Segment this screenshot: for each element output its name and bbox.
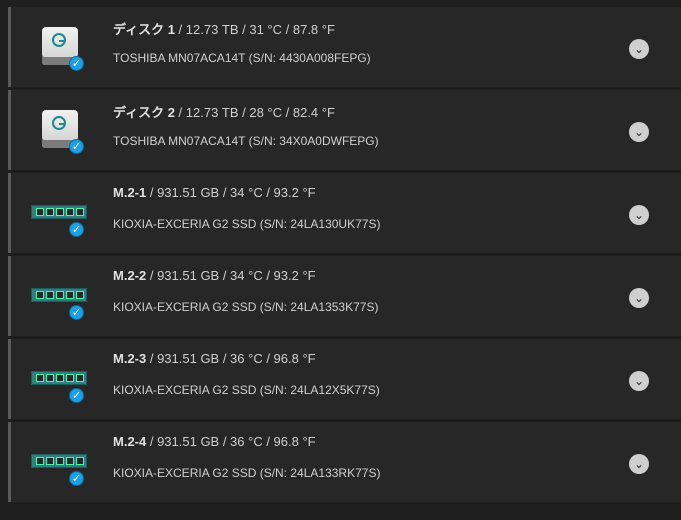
expand-chevron-icon[interactable]: ⌄ [629,122,649,142]
disk-row[interactable]: ✓ M.2-3 / 931.51 GB / 36 °C / 96.8 °F KIOX… [8,339,681,421]
m2-ssd-icon: ✓ [31,189,91,237]
memory-chip-icon [56,291,64,299]
healthy-check-icon: ✓ [69,305,84,320]
disk-row[interactable]: ✓ ディスク 2 / 12.73 TB / 28 °C / 82.4 °F TOSH… [8,90,681,172]
disk-capacity-temperature: / 931.51 GB / 34 °C / 93.2 °F [146,268,316,283]
disk-capacity-temperature: / 12.73 TB / 28 °C / 82.4 °F [174,105,335,120]
disk-name: M.2-1 [113,185,147,200]
m2-module-icon [31,205,87,219]
disk-model-serial: TOSHIBA MN07ACA14T (S/N: 4430A008FEPG) [113,51,371,65]
expand-chevron-icon[interactable]: ⌄ [629,371,649,391]
memory-chip-icon [56,208,64,216]
disk-summary: M.2-3 / 931.51 GB / 36 °C / 96.8 °F [113,351,316,366]
hdd-icon: ✓ [31,23,91,71]
memory-chip-icon [76,374,84,382]
memory-chip-icon [56,457,64,465]
hdd-icon: ✓ [31,106,91,154]
memory-chip-icon [46,457,54,465]
m2-ssd-icon: ✓ [31,355,91,403]
m2-module-icon [31,288,87,302]
memory-chip-icon [76,291,84,299]
memory-chip-icon [46,291,54,299]
disk-name: M.2-3 [113,351,147,366]
disk-capacity-temperature: / 931.51 GB / 36 °C / 96.8 °F [146,434,316,449]
memory-chip-icon [76,457,84,465]
memory-chip-icon [66,291,74,299]
disk-summary: M.2-4 / 931.51 GB / 36 °C / 96.8 °F [113,434,316,449]
memory-chip-icon [76,208,84,216]
memory-chip-icon [36,291,44,299]
disk-capacity-temperature: / 931.51 GB / 34 °C / 93.2 °F [146,185,316,200]
disk-name: M.2-2 [113,268,147,283]
m2-module-icon [31,371,87,385]
expand-chevron-icon[interactable]: ⌄ [629,205,649,225]
disk-row[interactable]: ✓ M.2-2 / 931.51 GB / 34 °C / 93.2 °F KIOX… [8,256,681,338]
disk-model-serial: KIOXIA-EXCERIA G2 SSD (S/N: 24LA1353K77S… [113,300,379,314]
disk-name: M.2-4 [113,434,147,449]
disk-model-serial: KIOXIA-EXCERIA G2 SSD (S/N: 24LA12X5K77S… [113,383,380,397]
drive-logo-icon [52,33,66,47]
row-divider [11,337,681,338]
memory-chip-icon [66,208,74,216]
memory-chip-icon [36,457,44,465]
disk-row[interactable]: ✓ M.2-4 / 931.51 GB / 36 °C / 96.8 °F KIOX… [8,422,681,504]
disk-summary: M.2-2 / 931.51 GB / 34 °C / 93.2 °F [113,268,316,283]
healthy-check-icon: ✓ [69,56,84,71]
m2-module-icon [31,454,87,468]
disk-row[interactable]: ✓ M.2-1 / 931.51 GB / 34 °C / 93.2 °F KIOX… [8,173,681,255]
expand-chevron-icon[interactable]: ⌄ [629,454,649,474]
memory-chip-icon [36,374,44,382]
memory-chip-icon [46,208,54,216]
healthy-check-icon: ✓ [69,388,84,403]
disk-name: ディスク 1 [113,22,175,37]
drive-logo-icon [52,116,66,130]
m2-ssd-icon: ✓ [31,438,91,486]
disk-model-serial: KIOXIA-EXCERIA G2 SSD (S/N: 24LA133RK77S… [113,466,381,480]
memory-chip-icon [66,457,74,465]
healthy-check-icon: ✓ [69,222,84,237]
disk-capacity-temperature: / 931.51 GB / 36 °C / 96.8 °F [146,351,316,366]
disk-row[interactable]: ✓ ディスク 1 / 12.73 TB / 31 °C / 87.8 °F TOSH… [8,7,681,89]
expand-chevron-icon[interactable]: ⌄ [629,288,649,308]
row-divider [11,254,681,255]
disk-name: ディスク 2 [113,105,175,120]
disk-model-serial: TOSHIBA MN07ACA14T (S/N: 34X0A0DWFEPG) [113,134,379,148]
disk-list: ✓ ディスク 1 / 12.73 TB / 31 °C / 87.8 °F TOSH… [8,7,681,505]
disk-summary: ディスク 1 / 12.73 TB / 31 °C / 87.8 °F [113,19,335,38]
m2-ssd-icon: ✓ [31,272,91,320]
memory-chip-icon [66,374,74,382]
healthy-check-icon: ✓ [69,471,84,486]
disk-model-serial: KIOXIA-EXCERIA G2 SSD (S/N: 24LA130UK77S… [113,217,381,231]
row-divider [11,503,681,504]
disk-summary: M.2-1 / 931.51 GB / 34 °C / 93.2 °F [113,185,316,200]
expand-chevron-icon[interactable]: ⌄ [629,39,649,59]
memory-chip-icon [36,208,44,216]
row-divider [11,88,681,89]
memory-chip-icon [46,374,54,382]
memory-chip-icon [56,374,64,382]
row-divider [11,420,681,421]
disk-capacity-temperature: / 12.73 TB / 31 °C / 87.8 °F [174,22,335,37]
healthy-check-icon: ✓ [69,139,84,154]
row-divider [11,171,681,172]
disk-summary: ディスク 2 / 12.73 TB / 28 °C / 82.4 °F [113,102,335,121]
